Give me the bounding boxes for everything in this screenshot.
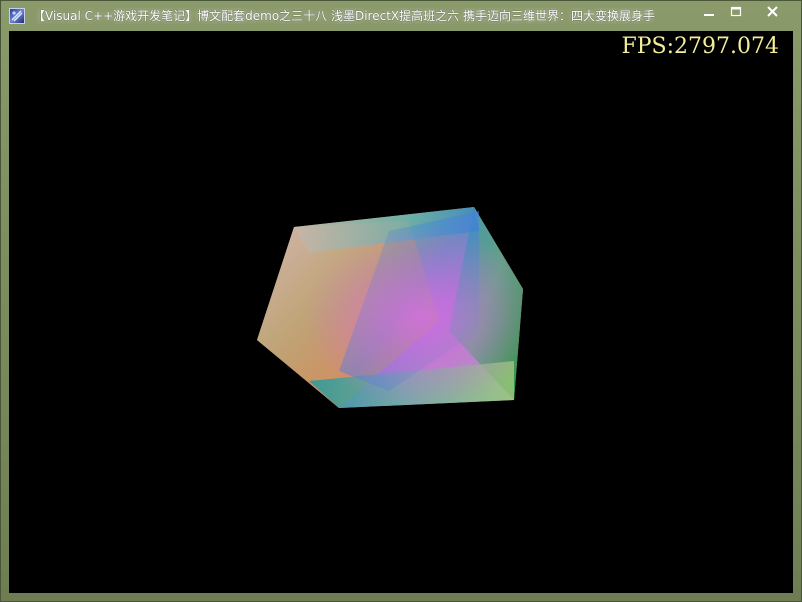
fps-counter: FPS:2797.074 [621,34,779,59]
title-bar[interactable]: 【Visual C++游戏开发笔记】博文配套demo之三十八 浅墨DirectX… [1,1,801,31]
color-cube [257,207,523,408]
maximize-button[interactable] [722,2,750,22]
window-title: 【Visual C++游戏开发笔记】博文配套demo之三十八 浅墨DirectX… [33,9,655,23]
close-icon [767,6,778,17]
render-viewport[interactable]: FPS:2797.074 [9,31,793,593]
close-button[interactable] [757,2,789,22]
minimize-icon [704,14,714,16]
app-window: 【Visual C++游戏开发笔记】博文配套demo之三十八 浅墨DirectX… [0,0,802,602]
minimize-button[interactable] [695,2,723,22]
maximize-icon [730,6,742,17]
app-icon[interactable] [9,8,25,24]
